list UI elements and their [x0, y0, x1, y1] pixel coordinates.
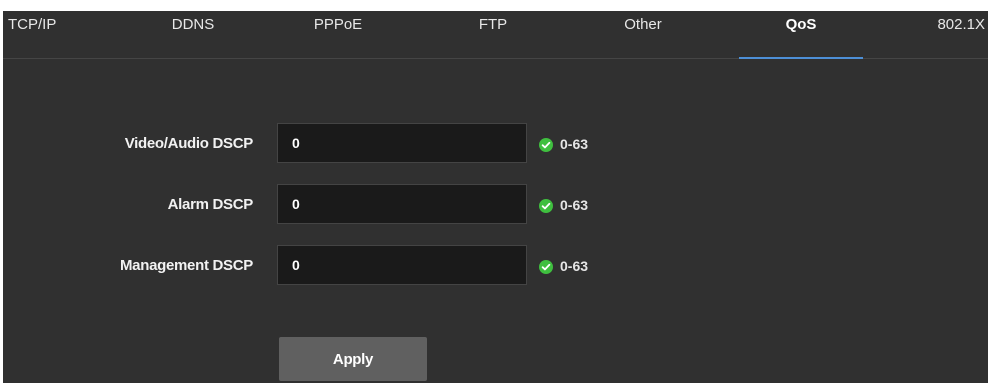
tab-qos[interactable]: QoS: [739, 11, 863, 59]
active-tab-indicator: [739, 57, 863, 59]
tab-label: DDNS: [171, 16, 215, 33]
tab-tcp-ip[interactable]: TCP/IP: [8, 11, 83, 58]
tab-label: 802.1X: [937, 16, 985, 33]
tab-label: QoS: [785, 16, 817, 33]
alarm-dscp-row: Alarm DSCP 0-63: [3, 184, 988, 226]
tab-bar: TCP/IP DDNS PPPoE FTP Other QoS 802.1X: [3, 11, 988, 59]
check-circle-icon: [539, 138, 553, 152]
tab-label: TCP/IP: [8, 16, 57, 33]
tab-label: Other: [624, 16, 662, 33]
tab-label: FTP: [478, 16, 508, 33]
range-text: 0-63: [560, 136, 589, 152]
video-audio-dscp-hint: 0-63: [539, 123, 588, 165]
alarm-dscp-label: Alarm DSCP: [167, 196, 254, 213]
alarm-dscp-input[interactable]: [277, 184, 527, 224]
management-dscp-label: Management DSCP: [119, 257, 253, 274]
tab-pppoe[interactable]: PPPoE: [293, 11, 383, 58]
settings-panel: TCP/IP DDNS PPPoE FTP Other QoS 802.1X V…: [3, 11, 988, 383]
video-audio-dscp-input[interactable]: [277, 123, 527, 163]
tab-other[interactable]: Other: [603, 11, 683, 58]
tab-label: PPPoE: [313, 16, 363, 33]
check-circle-icon: [539, 260, 553, 274]
management-dscp-row: Management DSCP 0-63: [3, 245, 988, 287]
video-audio-dscp-row: Video/Audio DSCP 0-63: [3, 123, 988, 165]
tab-802-1x[interactable]: 802.1X: [918, 11, 988, 58]
management-dscp-input[interactable]: [277, 245, 527, 285]
tab-ftp[interactable]: FTP: [458, 11, 528, 58]
check-circle-icon: [539, 199, 553, 213]
apply-button[interactable]: Apply: [279, 337, 427, 381]
alarm-dscp-hint: 0-63: [539, 184, 588, 226]
tab-ddns[interactable]: DDNS: [153, 11, 233, 58]
range-text: 0-63: [560, 258, 589, 274]
management-dscp-hint: 0-63: [539, 245, 588, 287]
video-audio-dscp-label: Video/Audio DSCP: [124, 135, 254, 152]
range-text: 0-63: [560, 197, 589, 213]
